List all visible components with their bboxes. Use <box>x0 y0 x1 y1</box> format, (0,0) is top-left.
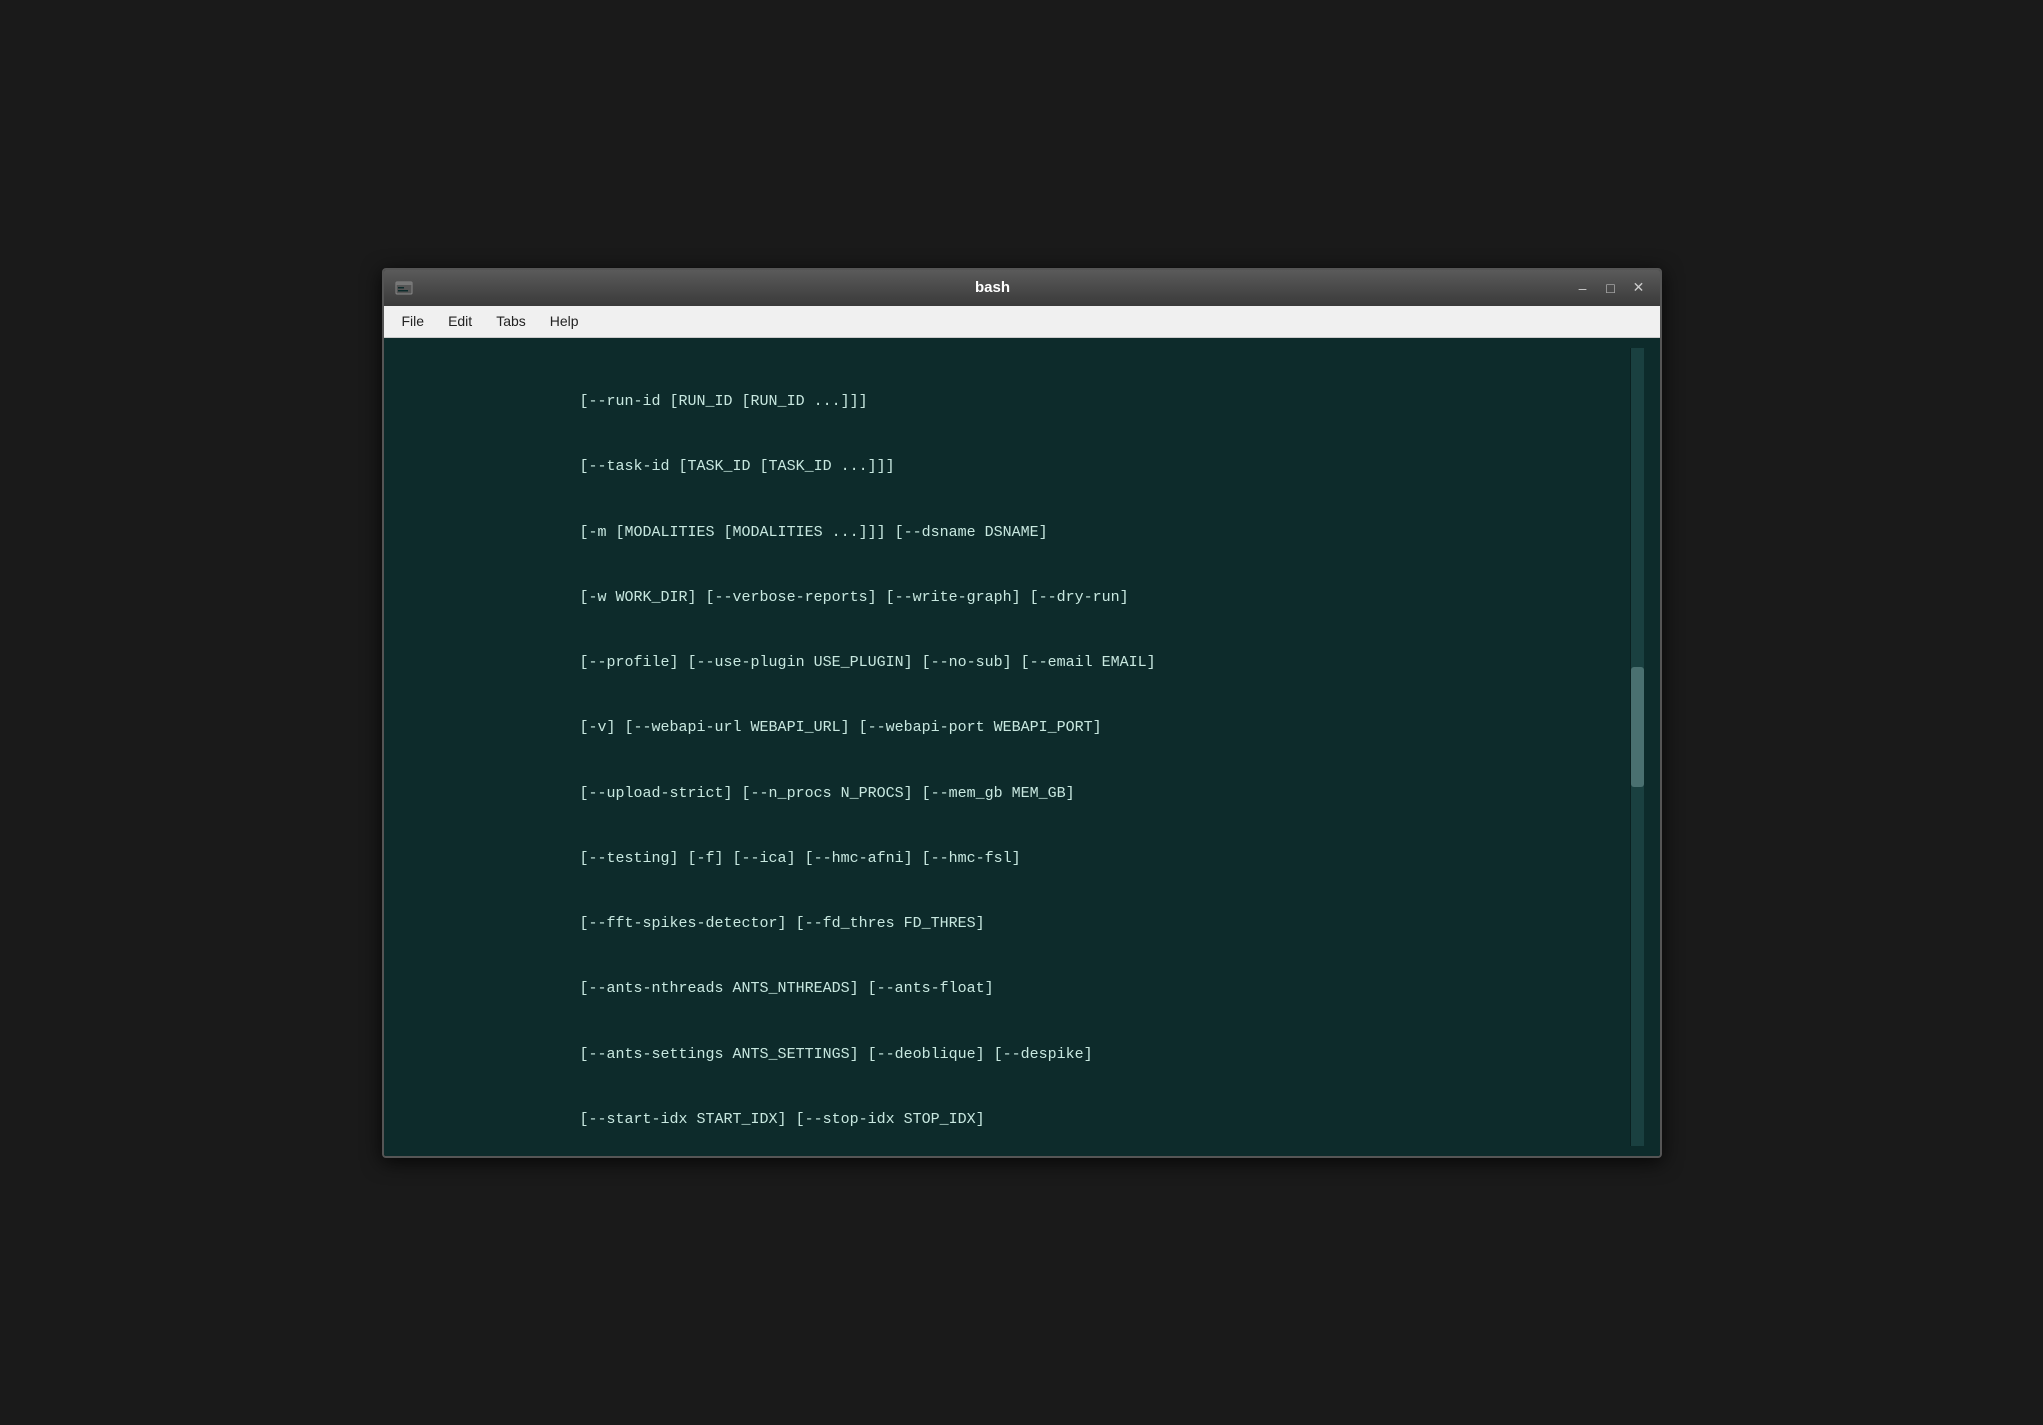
terminal-line: [--task-id [TASK_ID [TASK_ID ...]]] <box>400 456 1630 478</box>
terminal-line: [-w WORK_DIR] [--verbose-reports] [--wri… <box>400 587 1630 609</box>
terminal-line: [--ants-settings ANTS_SETTINGS] [--deobl… <box>400 1044 1630 1066</box>
scrollbar-thumb[interactable] <box>1631 667 1644 787</box>
terminal-area[interactable]: [--run-id [RUN_ID [RUN_ID ...]]] [--task… <box>384 338 1660 1156</box>
menu-bar: File Edit Tabs Help <box>384 306 1660 338</box>
menu-edit[interactable]: Edit <box>438 309 482 333</box>
terminal-window: bash – □ ✕ File Edit Tabs Help [--run-id… <box>382 268 1662 1158</box>
menu-tabs[interactable]: Tabs <box>486 309 536 333</box>
window-controls: – □ ✕ <box>1572 277 1650 299</box>
terminal-line: [--run-id [RUN_ID [RUN_ID ...]]] <box>400 391 1630 413</box>
terminal-line: [--ants-nthreads ANTS_NTHREADS] [--ants-… <box>400 978 1630 1000</box>
scrollbar[interactable] <box>1630 348 1644 1146</box>
maximize-button[interactable]: □ <box>1600 277 1622 299</box>
terminal-line: [-v] [--webapi-url WEBAPI_URL] [--webapi… <box>400 717 1630 739</box>
minimize-button[interactable]: – <box>1572 277 1594 299</box>
terminal-line: [--start-idx START_IDX] [--stop-idx STOP… <box>400 1109 1630 1131</box>
title-bar: bash – □ ✕ <box>384 270 1660 306</box>
terminal-line: [--upload-strict] [--n_procs N_PROCS] [-… <box>400 783 1630 805</box>
window-icon <box>394 278 414 298</box>
menu-file[interactable]: File <box>392 309 435 333</box>
window-title: bash <box>414 279 1572 296</box>
terminal-line: [-m [MODALITIES [MODALITIES ...]]] [--ds… <box>400 522 1630 544</box>
close-button[interactable]: ✕ <box>1628 277 1650 299</box>
terminal-line: [--testing] [-f] [--ica] [--hmc-afni] [-… <box>400 848 1630 870</box>
terminal-line: [--fft-spikes-detector] [--fd_thres FD_T… <box>400 913 1630 935</box>
menu-help[interactable]: Help <box>540 309 589 333</box>
terminal-line: [--profile] [--use-plugin USE_PLUGIN] [-… <box>400 652 1630 674</box>
terminal-output: [--run-id [RUN_ID [RUN_ID ...]]] [--task… <box>400 348 1630 1146</box>
